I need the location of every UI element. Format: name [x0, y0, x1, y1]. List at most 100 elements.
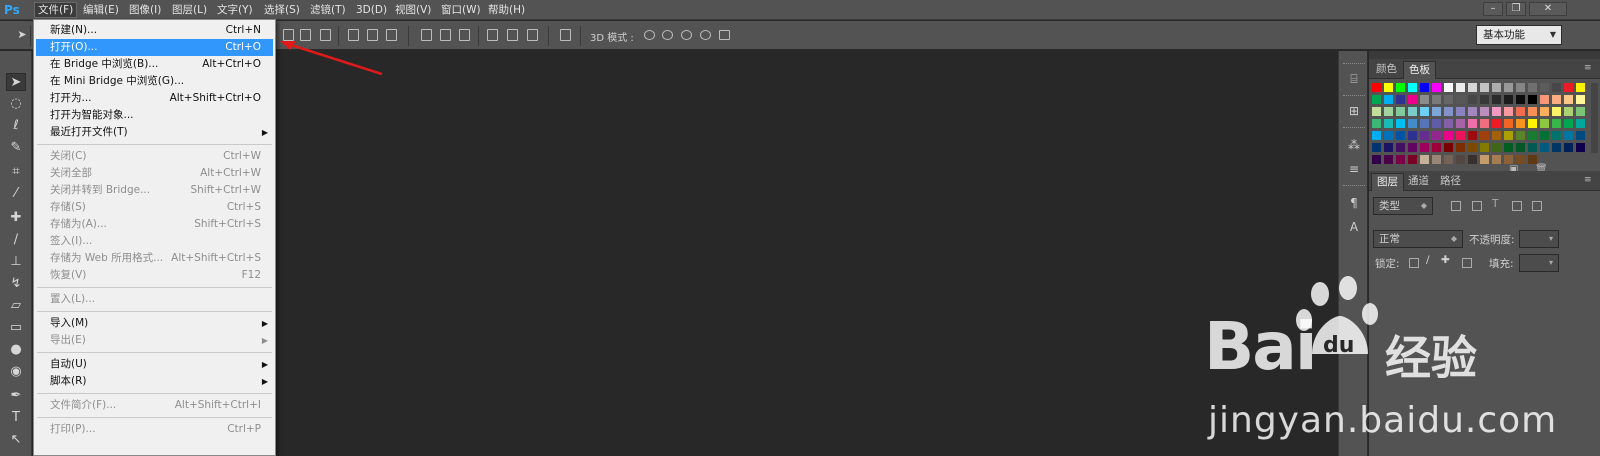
- file-menu-item[interactable]: 导入(M) ▶: [36, 315, 273, 332]
- filter-smart-object-icon[interactable]: [1532, 201, 1542, 211]
- color-swatch[interactable]: [1384, 155, 1393, 164]
- file-menu-item[interactable]: 存储(S) Ctrl+S: [36, 199, 273, 216]
- align-bottom-edges-icon[interactable]: [386, 29, 397, 41]
- color-swatch[interactable]: [1576, 119, 1585, 128]
- color-swatch[interactable]: [1456, 107, 1465, 116]
- distribute-vcenter-icon[interactable]: [440, 29, 451, 41]
- file-menu-item[interactable]: 最近打开文件(T) ▶: [36, 124, 273, 141]
- lock-position-icon[interactable]: ✚: [1441, 254, 1450, 266]
- distribute-left-icon[interactable]: [487, 29, 498, 41]
- adjustments-panel-icon[interactable]: ≡: [1346, 161, 1362, 177]
- color-swatch[interactable]: [1432, 119, 1441, 128]
- distribute-bottom-icon[interactable]: [459, 29, 470, 41]
- 3d-rotate-icon[interactable]: [644, 30, 655, 40]
- color-swatch[interactable]: [1408, 119, 1417, 128]
- color-swatch[interactable]: [1408, 143, 1417, 152]
- color-swatch[interactable]: [1372, 83, 1381, 92]
- color-swatch[interactable]: [1372, 119, 1381, 128]
- color-swatch[interactable]: [1492, 83, 1501, 92]
- color-swatch[interactable]: [1552, 131, 1561, 140]
- color-swatch[interactable]: [1564, 143, 1573, 152]
- color-swatch[interactable]: [1468, 107, 1477, 116]
- file-menu-item[interactable]: 关闭并转到 Bridge... Shift+Ctrl+W: [36, 182, 273, 199]
- color-swatch[interactable]: [1564, 131, 1573, 140]
- type-tool-icon[interactable]: T: [6, 409, 26, 427]
- color-swatch[interactable]: [1516, 143, 1525, 152]
- color-swatch[interactable]: [1564, 119, 1573, 128]
- filter-adjustment-icon[interactable]: [1472, 201, 1482, 211]
- color-swatch[interactable]: [1420, 155, 1429, 164]
- 3d-roll-icon[interactable]: [662, 30, 673, 40]
- properties-panel-icon[interactable]: ⊞: [1346, 103, 1362, 119]
- color-swatch[interactable]: [1504, 143, 1513, 152]
- filter-pixel-icon[interactable]: [1451, 201, 1461, 211]
- clone-stamp-tool-icon[interactable]: ⊥: [6, 253, 26, 271]
- color-swatch[interactable]: [1480, 131, 1489, 140]
- color-swatch[interactable]: [1408, 155, 1417, 164]
- menu-layer[interactable]: 图层(L): [169, 2, 210, 18]
- color-swatch[interactable]: [1504, 131, 1513, 140]
- color-swatch[interactable]: [1456, 119, 1465, 128]
- color-swatch[interactable]: [1504, 119, 1513, 128]
- color-swatch[interactable]: [1540, 107, 1549, 116]
- color-swatch[interactable]: [1468, 131, 1477, 140]
- menu-window[interactable]: 窗口(W): [438, 2, 484, 18]
- color-swatch[interactable]: [1480, 155, 1489, 164]
- color-swatch[interactable]: [1492, 131, 1501, 140]
- menu-edit[interactable]: 编辑(E): [80, 2, 122, 18]
- color-swatch[interactable]: [1444, 83, 1453, 92]
- file-menu-item[interactable]: 新建(N)... Ctrl+N: [36, 22, 273, 39]
- character-panel-icon[interactable]: ¶: [1346, 195, 1362, 211]
- color-swatch[interactable]: [1492, 95, 1501, 104]
- tab-swatches[interactable]: 色板: [1403, 61, 1436, 79]
- gradient-tool-icon[interactable]: ▭: [6, 319, 26, 337]
- lock-transparent-icon[interactable]: [1409, 258, 1419, 268]
- color-swatch[interactable]: [1444, 107, 1453, 116]
- color-swatch[interactable]: [1552, 107, 1561, 116]
- color-swatch[interactable]: [1480, 83, 1489, 92]
- filter-type-icon[interactable]: T: [1492, 198, 1498, 210]
- file-menu-item[interactable]: 脚本(R) ▶: [36, 373, 273, 390]
- restore-button[interactable]: ❐: [1506, 2, 1526, 16]
- file-menu-item[interactable]: 置入(L)...: [36, 291, 273, 308]
- color-swatch[interactable]: [1516, 131, 1525, 140]
- color-swatch[interactable]: [1516, 107, 1525, 116]
- color-swatch[interactable]: [1444, 119, 1453, 128]
- color-swatch[interactable]: [1504, 95, 1513, 104]
- eraser-tool-icon[interactable]: ▱: [6, 297, 26, 315]
- color-swatch[interactable]: [1456, 83, 1465, 92]
- color-swatch[interactable]: [1420, 119, 1429, 128]
- file-menu-item[interactable]: 自动(U) ▶: [36, 356, 273, 373]
- color-swatch[interactable]: [1396, 83, 1405, 92]
- color-swatch[interactable]: [1432, 107, 1441, 116]
- move-tool-icon[interactable]: ➤: [6, 73, 26, 91]
- color-swatch[interactable]: [1576, 131, 1585, 140]
- color-swatch[interactable]: [1492, 107, 1501, 116]
- color-swatch[interactable]: [1384, 83, 1393, 92]
- panel-menu-icon[interactable]: ≡: [1584, 63, 1594, 73]
- color-swatch[interactable]: [1480, 119, 1489, 128]
- close-button[interactable]: ✕: [1529, 2, 1567, 16]
- color-swatch[interactable]: [1576, 83, 1585, 92]
- color-swatch[interactable]: [1432, 143, 1441, 152]
- color-swatch[interactable]: [1396, 155, 1405, 164]
- color-swatch[interactable]: [1456, 143, 1465, 152]
- color-swatch[interactable]: [1480, 95, 1489, 104]
- color-swatch[interactable]: [1528, 143, 1537, 152]
- file-menu-item[interactable]: 存储为(A)... Shift+Ctrl+S: [36, 216, 273, 233]
- color-swatch[interactable]: [1384, 107, 1393, 116]
- auto-align-layers-icon[interactable]: [560, 29, 571, 41]
- color-swatch[interactable]: [1528, 83, 1537, 92]
- color-swatch[interactable]: [1408, 131, 1417, 140]
- color-swatch[interactable]: [1444, 155, 1453, 164]
- color-swatch[interactable]: [1540, 131, 1549, 140]
- color-swatch[interactable]: [1552, 95, 1561, 104]
- history-panel-icon[interactable]: ⌸: [1346, 71, 1362, 87]
- path-selection-tool-icon[interactable]: ↖: [6, 431, 26, 449]
- menu-help[interactable]: 帮助(H): [485, 2, 528, 18]
- file-menu-item[interactable]: 打开为... Alt+Shift+Ctrl+O: [36, 90, 273, 107]
- color-swatch[interactable]: [1396, 143, 1405, 152]
- color-swatch[interactable]: [1456, 155, 1465, 164]
- color-swatch[interactable]: [1480, 143, 1489, 152]
- file-menu-item[interactable]: 导出(E) ▶: [36, 332, 273, 349]
